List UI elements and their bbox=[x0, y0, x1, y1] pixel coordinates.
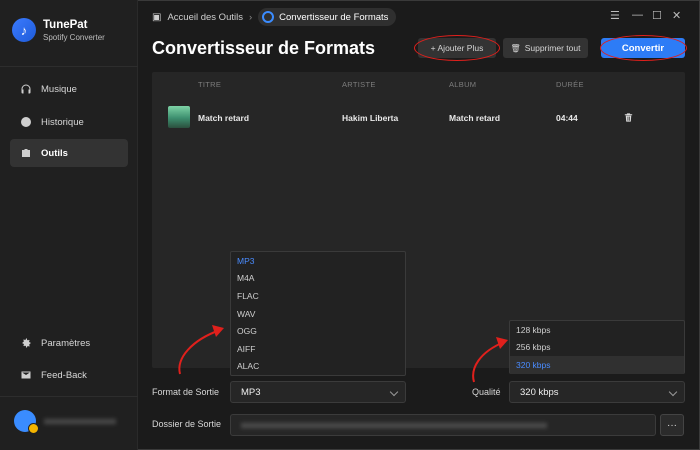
track-title: Match retard bbox=[198, 113, 250, 123]
quality-option-128[interactable]: 128 kbps bbox=[510, 321, 684, 339]
column-header-duration: DURÉE bbox=[556, 80, 584, 89]
format-select-value: MP3 bbox=[241, 386, 261, 398]
brand: ♪ TunePat Spotify Converter bbox=[12, 18, 105, 42]
format-label: Format de Sortie bbox=[152, 387, 220, 397]
format-option-flac[interactable]: FLAC bbox=[231, 287, 405, 305]
menu-icon[interactable]: ☰ bbox=[610, 9, 620, 22]
page-title: Convertisseur de Formats bbox=[152, 38, 376, 58]
sidebar-item-label: Outils bbox=[41, 147, 68, 159]
maximize-icon[interactable]: ☐ bbox=[652, 9, 662, 22]
delete-all-label: Supprimer tout bbox=[524, 43, 581, 53]
column-header-artist: ARTISTE bbox=[342, 80, 376, 89]
format-option-alac[interactable]: ALAC bbox=[231, 358, 405, 376]
sidebar-item-musique[interactable]: Musique bbox=[10, 75, 128, 103]
converter-icon bbox=[262, 11, 275, 23]
format-option-mp3[interactable]: MP3 bbox=[231, 252, 405, 270]
sidebar-item-feedback[interactable]: Feed-Back bbox=[10, 361, 128, 389]
quality-select-value: 320 kbps bbox=[520, 386, 559, 398]
album-art bbox=[168, 106, 190, 128]
track-album: Match retard bbox=[449, 113, 501, 123]
headphones-icon bbox=[20, 83, 32, 95]
minimize-icon[interactable]: — bbox=[632, 9, 643, 21]
format-option-aiff[interactable]: AIFF bbox=[231, 340, 405, 358]
quality-dropdown-list: 128 kbps 256 kbps 320 kbps bbox=[509, 320, 685, 374]
chevron-down-icon bbox=[668, 387, 678, 397]
quality-label: Qualité bbox=[472, 387, 501, 397]
output-folder-input[interactable]: xxxxxxxxxxxxxxxxxxxxxxxxxxxxxxxxxxxxxxxx… bbox=[230, 414, 656, 436]
format-option-m4a[interactable]: M4A bbox=[231, 270, 405, 288]
breadcrumb: ▣ Accueil des Outils › Convertisseur de … bbox=[152, 8, 397, 26]
sidebar: ♪ TunePat Spotify Converter Musique Hist… bbox=[0, 0, 138, 450]
quality-option-320[interactable]: 320 kbps bbox=[510, 356, 684, 374]
sidebar-item-parametres[interactable]: Paramètres bbox=[10, 329, 128, 357]
browse-folder-button[interactable]: ··· bbox=[660, 414, 684, 436]
track-artist: Hakim Liberta bbox=[342, 113, 399, 123]
sidebar-item-label: Musique bbox=[41, 83, 77, 95]
home-icon: ▣ bbox=[152, 11, 162, 23]
breadcrumb-home[interactable]: Accueil des Outils bbox=[167, 12, 243, 23]
chevron-right-icon: › bbox=[248, 11, 253, 23]
clock-icon bbox=[20, 116, 32, 128]
format-dropdown-list: MP3 M4A FLAC WAV OGG AIFF ALAC bbox=[230, 251, 406, 376]
top-bar: ▣ Accueil des Outils › Convertisseur de … bbox=[138, 0, 700, 34]
sidebar-item-label: Feed-Back bbox=[41, 369, 87, 381]
format-select[interactable]: MP3 bbox=[230, 381, 406, 403]
column-header-title: TITRE bbox=[198, 80, 222, 89]
format-option-wav[interactable]: WAV bbox=[231, 305, 405, 323]
toolbox-icon bbox=[20, 147, 32, 159]
trash-icon: 🗑 bbox=[510, 43, 521, 53]
sidebar-item-label: Paramètres bbox=[41, 337, 91, 349]
sidebar-item-label: Historique bbox=[41, 116, 84, 128]
sidebar-divider bbox=[0, 396, 138, 397]
format-option-ogg[interactable]: OGG bbox=[231, 322, 405, 340]
app-subtitle: Spotify Converter bbox=[43, 32, 105, 42]
sidebar-item-historique[interactable]: Historique bbox=[10, 108, 128, 136]
avatar[interactable] bbox=[14, 410, 39, 434]
quality-option-256[interactable]: 256 kbps bbox=[510, 339, 684, 357]
user-name: xxxxxxxxxxxxxxxx bbox=[44, 416, 116, 426]
output-folder-path: xxxxxxxxxxxxxxxxxxxxxxxxxxxxxxxxxxxxxxxx… bbox=[241, 420, 547, 430]
tunepat-logo-icon: ♪ bbox=[12, 18, 36, 42]
sidebar-item-outils[interactable]: Outils bbox=[10, 139, 128, 167]
annotation-circle bbox=[414, 35, 500, 61]
delete-all-button[interactable]: 🗑 Supprimer tout bbox=[503, 38, 588, 58]
app-name: TunePat bbox=[43, 18, 88, 31]
annotation-arrow bbox=[178, 325, 224, 375]
user-profile[interactable]: xxxxxxxxxxxxxxxx bbox=[14, 410, 116, 434]
annotation-arrow bbox=[472, 337, 508, 383]
column-header-album: ALBUM bbox=[449, 80, 477, 89]
annotation-circle bbox=[600, 35, 687, 61]
track-duration: 04:44 bbox=[556, 113, 578, 123]
sidebar-divider bbox=[0, 66, 138, 67]
breadcrumb-current: Convertisseur de Formats bbox=[258, 8, 397, 26]
mail-icon bbox=[20, 369, 32, 381]
output-folder-label: Dossier de Sortie bbox=[152, 419, 222, 429]
delete-track-icon[interactable] bbox=[623, 112, 634, 125]
gear-icon bbox=[20, 337, 32, 349]
close-icon[interactable]: ✕ bbox=[672, 9, 681, 22]
quality-select[interactable]: 320 kbps bbox=[509, 381, 685, 403]
breadcrumb-current-label: Convertisseur de Formats bbox=[279, 11, 389, 23]
chevron-down-icon bbox=[389, 387, 399, 397]
